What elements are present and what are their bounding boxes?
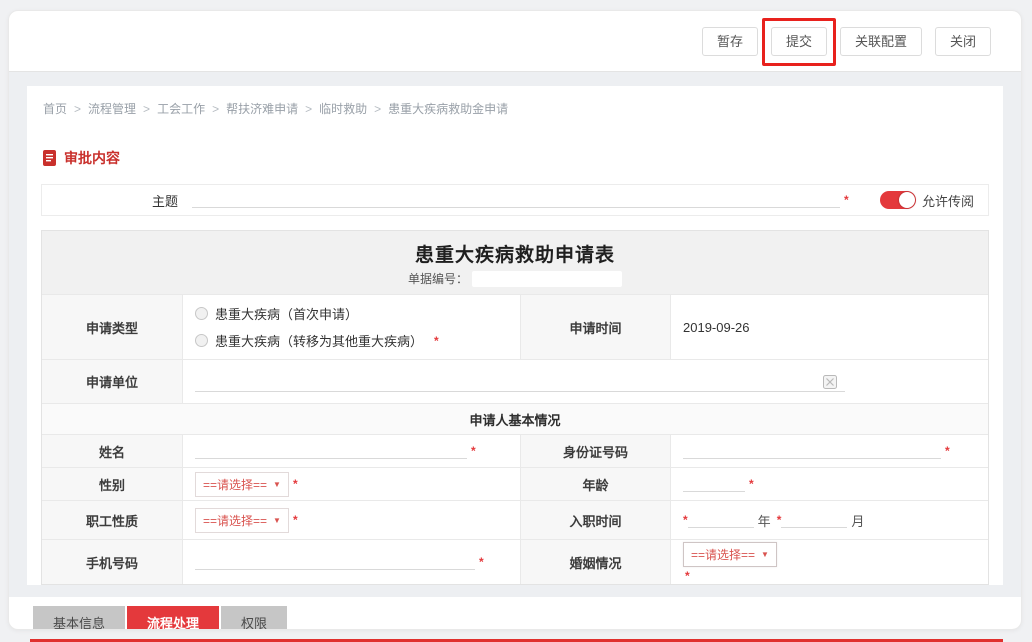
tabs-bar: 基本信息 流程处理 权限	[9, 606, 1021, 630]
subject-label: 主题	[42, 191, 192, 210]
apply-time-label: 申请时间	[520, 294, 670, 359]
name-input[interactable]	[195, 444, 467, 459]
id-number-label: 身份证号码	[520, 434, 670, 467]
breadcrumb-separator: >	[374, 102, 381, 116]
org-picker-icon[interactable]	[823, 375, 837, 389]
main-window: 暂存 提交 关联配置 关闭 首页 > 流程管理 > 工会工作 > 帮扶济难申请 …	[8, 10, 1022, 630]
hire-date-field: * 年 * 月	[670, 500, 988, 539]
application-form-table: 患重大疾病救助申请表 单据编号： 申请类型 患重大疾病（首次申请）	[41, 230, 989, 585]
breadcrumb-separator: >	[212, 102, 219, 116]
employee-type-label: 职工性质	[42, 500, 182, 539]
mobile-field: *	[182, 539, 520, 584]
content-panel: 首页 > 流程管理 > 工会工作 > 帮扶济难申请 > 临时救助 > 患重大疾病…	[27, 86, 1003, 585]
chevron-down-icon: ▼	[761, 550, 769, 559]
form-title: 患重大疾病救助申请表	[415, 240, 615, 267]
name-label: 姓名	[42, 434, 182, 467]
submit-button[interactable]: 提交	[771, 27, 827, 56]
apply-time-value: 2019-09-26	[670, 294, 988, 359]
marital-field: ==请选择== ▼ *	[670, 539, 988, 584]
id-number-field: *	[670, 434, 988, 467]
breadcrumb-separator: >	[74, 102, 81, 116]
related-config-button[interactable]: 关联配置	[840, 27, 922, 56]
breadcrumb-item-temp-relief[interactable]: 临时救助	[319, 100, 367, 117]
breadcrumb-item-process-mgmt[interactable]: 流程管理	[88, 100, 136, 117]
breadcrumb: 首页 > 流程管理 > 工会工作 > 帮扶济难申请 > 临时救助 > 患重大疾病…	[41, 96, 989, 121]
hire-date-label: 入职时间	[520, 500, 670, 539]
circulation-toggle-group: 允许传阅	[880, 191, 974, 210]
required-asterisk: *	[293, 477, 298, 491]
breadcrumb-item-assistance-apply[interactable]: 帮扶济难申请	[226, 100, 298, 117]
gender-select[interactable]: ==请选择== ▼	[195, 472, 289, 497]
apply-unit-field	[182, 359, 988, 403]
required-asterisk: *	[685, 569, 690, 583]
radio-option-first-apply[interactable]: 患重大疾病（首次申请）	[195, 304, 358, 323]
employee-type-field: ==请选择== ▼ *	[182, 500, 520, 539]
year-label: 年	[758, 511, 771, 530]
allow-circulation-toggle[interactable]	[880, 191, 916, 209]
allow-circulation-label: 允许传阅	[922, 191, 974, 210]
submit-button-wrap: 提交	[771, 27, 827, 56]
mobile-label: 手机号码	[42, 539, 182, 584]
document-icon	[43, 150, 56, 166]
apply-type-label: 申请类型	[42, 294, 182, 359]
tab-permissions[interactable]: 权限	[221, 606, 287, 630]
select-placeholder: ==请选择==	[203, 476, 267, 493]
required-asterisk: *	[844, 193, 849, 207]
hire-month-input[interactable]	[781, 513, 847, 528]
subject-row: 主题 * 允许传阅	[41, 184, 989, 216]
subject-input[interactable]	[192, 193, 840, 208]
radio-icon[interactable]	[195, 334, 208, 347]
breadcrumb-separator: >	[305, 102, 312, 116]
marital-select[interactable]: ==请选择== ▼	[683, 542, 777, 567]
gender-label: 性别	[42, 467, 182, 500]
apply-type-options: 患重大疾病（首次申请） 患重大疾病（转移为其他重大疾病） *	[182, 294, 520, 359]
id-number-input[interactable]	[683, 444, 941, 459]
required-asterisk: *	[434, 334, 439, 348]
radio-option-transfer[interactable]: 患重大疾病（转移为其他重大疾病） *	[195, 331, 439, 350]
chevron-down-icon: ▼	[273, 480, 281, 489]
toolbar: 暂存 提交 关联配置 关闭	[9, 11, 1021, 72]
radio-icon[interactable]	[195, 307, 208, 320]
footer: 基本信息 流程处理 权限	[9, 597, 1021, 630]
approval-section-header: 审批内容	[43, 148, 987, 168]
close-button[interactable]: 关闭	[935, 27, 991, 56]
required-asterisk: *	[749, 477, 754, 491]
radio-label: 患重大疾病（转移为其他重大疾病）	[215, 331, 423, 350]
gender-field: ==请选择== ▼ *	[182, 467, 520, 500]
doc-number-row: 单据编号：	[408, 270, 622, 287]
required-asterisk: *	[479, 555, 484, 569]
apply-unit-input[interactable]	[195, 372, 845, 392]
apply-unit-label: 申请单位	[42, 359, 182, 403]
toggle-knob	[899, 192, 915, 208]
tab-process-handling[interactable]: 流程处理	[127, 606, 219, 630]
age-label: 年龄	[520, 467, 670, 500]
age-input[interactable]	[683, 477, 745, 492]
select-placeholder: ==请选择==	[203, 512, 267, 529]
breadcrumb-separator: >	[143, 102, 150, 116]
breadcrumb-item-union-work[interactable]: 工会工作	[157, 100, 205, 117]
content-band: 首页 > 流程管理 > 工会工作 > 帮扶济难申请 > 临时救助 > 患重大疾病…	[9, 72, 1021, 597]
marital-label: 婚姻情况	[520, 539, 670, 584]
hire-year-input[interactable]	[688, 513, 754, 528]
doc-number-label: 单据编号：	[408, 270, 468, 287]
required-asterisk: *	[471, 444, 476, 458]
select-placeholder: ==请选择==	[691, 546, 755, 563]
mobile-input[interactable]	[195, 555, 475, 570]
breadcrumb-item-current-page: 患重大疾病救助金申请	[388, 100, 508, 117]
required-asterisk: *	[293, 513, 298, 527]
doc-number-value	[472, 271, 622, 287]
breadcrumb-item-home[interactable]: 首页	[43, 100, 67, 117]
chevron-down-icon: ▼	[273, 516, 281, 525]
radio-label: 患重大疾病（首次申请）	[215, 304, 358, 323]
month-label: 月	[851, 511, 864, 530]
applicant-section-title: 申请人基本情况	[42, 403, 988, 434]
tab-basic-info[interactable]: 基本信息	[33, 606, 125, 630]
name-field: *	[182, 434, 520, 467]
required-asterisk: *	[945, 444, 950, 458]
employee-type-select[interactable]: ==请选择== ▼	[195, 508, 289, 533]
section-title: 审批内容	[64, 148, 120, 168]
form-title-row: 患重大疾病救助申请表 单据编号：	[42, 231, 988, 294]
age-field: *	[670, 467, 988, 500]
save-draft-button[interactable]: 暂存	[702, 27, 758, 56]
